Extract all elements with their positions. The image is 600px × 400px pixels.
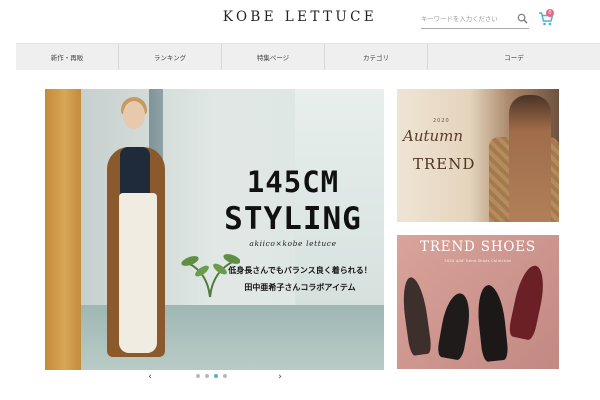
model-pants <box>119 193 157 353</box>
main-banner[interactable]: 145CM STYLING akiico×kobe lettuce 低身長さんで… <box>45 89 384 370</box>
shoe-image <box>475 283 509 363</box>
nav-item-coordinate[interactable]: コーデ <box>428 44 600 70</box>
shoe-image <box>436 291 474 361</box>
banner-copy-line-1: 低身長さんでもバランス良く着られる！ <box>228 266 372 275</box>
carousel-dot-active[interactable] <box>214 374 218 378</box>
nav-item-category[interactable]: カテゴリ <box>325 44 428 70</box>
carousel-next-button[interactable]: › <box>275 372 285 382</box>
autumn-year: 2020 <box>433 118 450 124</box>
carousel-dot[interactable] <box>223 374 227 378</box>
main-nav: 新作・再販 ランキング 特集ページ カテゴリ コーデ <box>16 43 600 70</box>
carousel-dots <box>196 374 227 378</box>
banner-curtain <box>45 89 81 370</box>
autumn-trend-title: TREND <box>413 155 476 173</box>
shoe-image <box>507 263 549 341</box>
carousel-dot[interactable] <box>196 374 200 378</box>
banner-floor <box>45 305 384 370</box>
banner-copy-line-2: 田中亜希子さんコラボアイテム <box>244 283 356 292</box>
nav-item-features[interactable]: 特集ページ <box>222 44 325 70</box>
trend-shoes-title: TREND SHOES <box>420 239 536 255</box>
banner-subtitle: akiico×kobe lettuce <box>249 239 337 248</box>
shoe-image <box>399 275 433 357</box>
banner-headline-styling: STYLING <box>224 201 362 237</box>
model-head <box>123 101 145 129</box>
nav-item-new-arrivals[interactable]: 新作・再販 <box>16 44 119 70</box>
trend-shoes-subtitle: 2020 A/W Trend Shoes Collection <box>444 259 512 263</box>
search-box[interactable] <box>421 10 529 29</box>
carousel-dot[interactable] <box>205 374 209 378</box>
search-icon[interactable] <box>517 13 528 24</box>
banner-headline-145cm: 145CM <box>246 165 340 199</box>
autumn-model <box>509 95 551 222</box>
cart-count-badge: 0 <box>546 9 554 17</box>
autumn-script-title: Autumn <box>403 127 464 145</box>
trend-shoes-banner[interactable]: TREND SHOES 2020 A/W Trend Shoes Collect… <box>397 235 559 369</box>
model-top <box>120 147 150 195</box>
search-input[interactable] <box>421 11 513 26</box>
nav-item-ranking[interactable]: ランキング <box>119 44 222 70</box>
carousel-prev-button[interactable]: ‹ <box>145 372 155 382</box>
autumn-trend-banner[interactable]: 2020 Autumn TREND <box>397 89 559 222</box>
